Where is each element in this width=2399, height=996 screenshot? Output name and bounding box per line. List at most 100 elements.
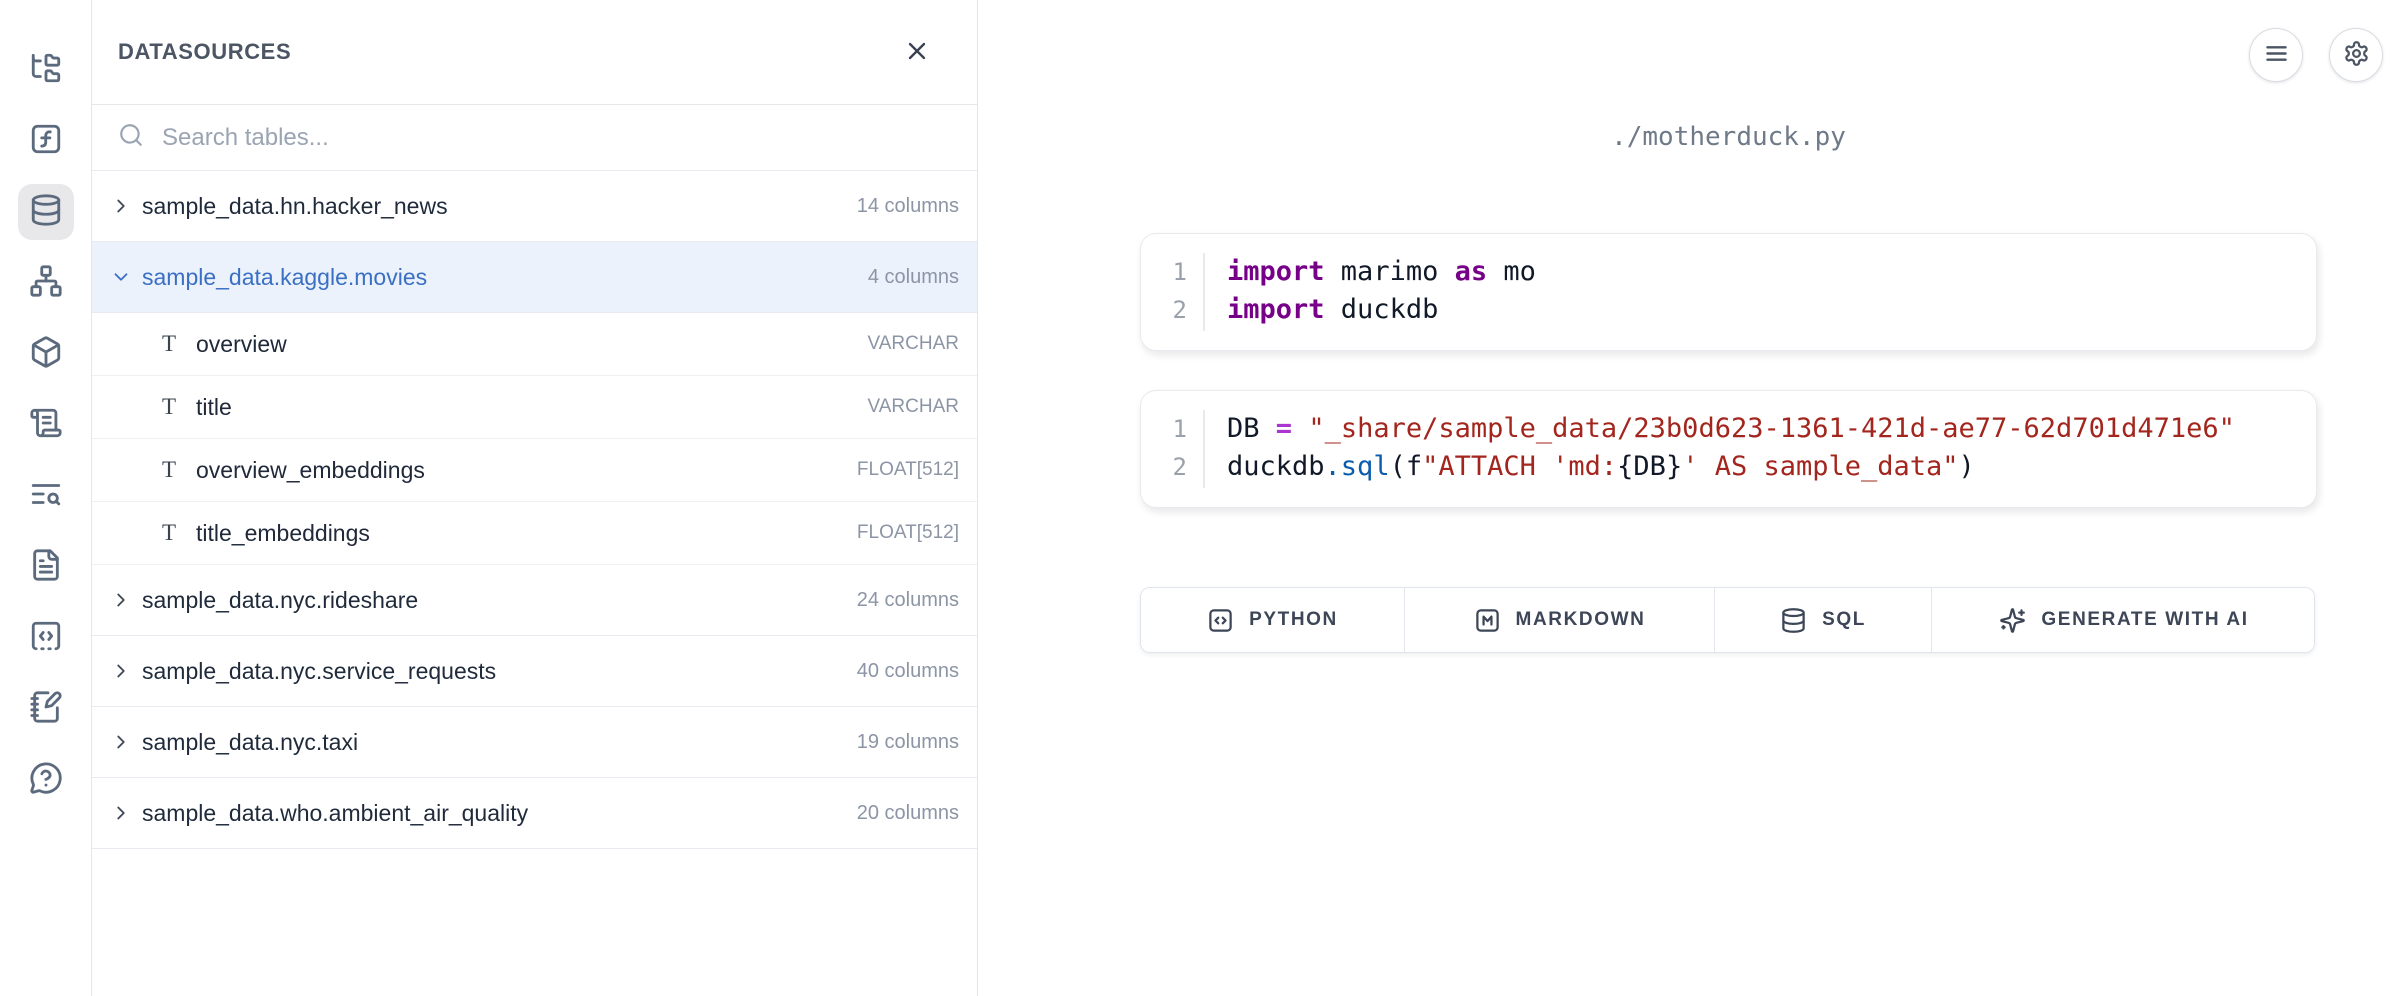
table-name: sample_data.nyc.service_requests [142,658,857,685]
code-line: duckdb.sql(f"ATTACH 'md:{DB}' AS sample_… [1227,448,2235,486]
line-number: 2 [1173,448,1187,486]
table-row[interactable]: sample_data.hn.hacker_news14 columns [92,171,977,242]
add-cell-button-sql[interactable]: SQL [1715,588,1932,652]
close-panel-button[interactable] [899,34,935,70]
sidebar-item-variables[interactable] [18,113,74,169]
notebook-content: ./motherduck.py 12import marimo as moimp… [1140,0,2317,152]
scroll-text-icon [29,406,63,445]
sparkles-icon [1999,607,2026,634]
database-icon [29,193,63,232]
add-cell-button-label: SQL [1822,609,1866,631]
gear-icon [2343,40,2370,70]
column-type: FLOAT[512] [857,522,959,544]
code-cell[interactable]: 12 DB = "_share/sample_data/23b0d623-1361… [1140,390,2317,508]
sidebar-item-dependency-graph[interactable] [18,255,74,311]
table-column-count: 20 columns [857,802,959,825]
column-name: overview [196,331,868,358]
settings-button[interactable] [2329,28,2383,82]
line-number: 1 [1173,253,1187,291]
cell-line-numbers: 12 [1141,410,1205,488]
network-icon [29,264,63,303]
code-line: DB = "_share/sample_data/23b0d623-1361-4… [1227,410,2235,448]
code-square-dashed-icon [29,619,63,658]
add-cell-button-generate-with-ai[interactable]: GENERATE WITH AI [1932,588,2315,652]
sidebar-item-snippets[interactable] [18,610,74,666]
code-cell[interactable]: 12import marimo as moimport duckdb [1140,233,2317,351]
column-name: title_embeddings [196,520,857,547]
text-type-icon: T [154,457,184,483]
chevron-right-icon [110,660,132,682]
column-row[interactable]: ToverviewVARCHAR [92,313,977,376]
notebook-area: ./motherduck.py 12import marimo as moimp… [978,0,2399,996]
column-type: VARCHAR [868,396,960,418]
table-column-count: 4 columns [868,266,959,289]
message-question-icon [29,761,63,800]
table-row[interactable]: sample_data.kaggle.movies4 columns [92,242,977,313]
notebook-filename: ./motherduck.py [1140,122,2317,152]
table-name: sample_data.nyc.rideshare [142,587,857,614]
notebook-pen-icon [29,690,63,729]
search-tables-input[interactable] [160,123,959,153]
markdown-square-icon [1474,607,1501,634]
table-row[interactable]: sample_data.nyc.taxi19 columns [92,707,977,778]
table-column-count: 24 columns [857,589,959,612]
add-cell-button-label: PYTHON [1249,609,1338,631]
left-icon-rail [0,0,92,996]
column-row[interactable]: Toverview_embeddingsFLOAT[512] [92,439,977,502]
code-line: import duckdb [1227,291,1536,329]
text-type-icon: T [154,394,184,420]
column-row[interactable]: Ttitle_embeddingsFLOAT[512] [92,502,977,565]
cell-editor[interactable]: DB = "_share/sample_data/23b0d623-1361-4… [1205,410,2235,488]
text-type-icon: T [154,331,184,357]
sidebar-item-packages[interactable] [18,326,74,382]
folder-tree-icon [29,51,63,90]
table-row[interactable]: sample_data.nyc.service_requests40 colum… [92,636,977,707]
sidebar-item-file-explorer[interactable] [18,42,74,98]
table-row[interactable]: sample_data.nyc.rideshare24 columns [92,565,977,636]
table-name: sample_data.who.ambient_air_quality [142,800,857,827]
table-row[interactable]: sample_data.who.ambient_air_quality20 co… [92,778,977,849]
sidebar-item-tracebacks[interactable] [18,468,74,524]
table-column-count: 40 columns [857,660,959,683]
sidebar-item-help[interactable] [18,752,74,808]
add-cell-button-markdown[interactable]: MARKDOWN [1405,588,1715,652]
table-name: sample_data.hn.hacker_news [142,193,857,220]
table-name: sample_data.nyc.taxi [142,729,857,756]
column-row[interactable]: TtitleVARCHAR [92,376,977,439]
add-cell-button-label: GENERATE WITH AI [2041,609,2248,631]
datasources-panel: DATASOURCES sample_data.hn.hacker_news14… [92,0,978,996]
column-name: overview_embeddings [196,457,857,484]
sidebar-item-scratchpad[interactable] [18,681,74,737]
column-name: title [196,394,868,421]
table-list: sample_data.hn.hacker_news14 columnssamp… [92,171,977,849]
add-cell-button-python[interactable]: PYTHON [1141,588,1405,652]
sidebar-item-documentation[interactable] [18,539,74,595]
text-type-icon: T [154,520,184,546]
code-line: import marimo as mo [1227,253,1536,291]
column-type: FLOAT[512] [857,459,959,481]
code-square-icon [1207,607,1234,634]
close-icon [903,37,931,68]
chevron-right-icon [110,589,132,611]
chevron-right-icon [110,731,132,753]
chevron-right-icon [110,802,132,824]
table-column-count: 19 columns [857,731,959,754]
add-cell-bar: PYTHON MARKDOWN SQL GENERATE WITH AI [1140,587,2315,653]
cell-line-numbers: 12 [1141,253,1205,331]
database-icon [1780,607,1807,634]
chevron-right-icon [110,195,132,217]
chevron-down-icon [110,266,132,288]
sidebar-item-logs[interactable] [18,397,74,453]
function-square-icon [29,122,63,161]
marimo-app: DATASOURCES sample_data.hn.hacker_news14… [0,0,2399,996]
search-row [92,105,977,171]
table-name: sample_data.kaggle.movies [142,264,868,291]
panel-header: DATASOURCES [92,0,977,105]
add-cell-button-label: MARKDOWN [1516,609,1646,631]
line-number: 1 [1173,410,1187,448]
cell-editor[interactable]: import marimo as moimport duckdb [1205,253,1536,331]
column-type: VARCHAR [868,333,960,355]
sidebar-item-datasources[interactable] [18,184,74,240]
search-icon [118,122,144,153]
panel-title: DATASOURCES [118,39,291,65]
